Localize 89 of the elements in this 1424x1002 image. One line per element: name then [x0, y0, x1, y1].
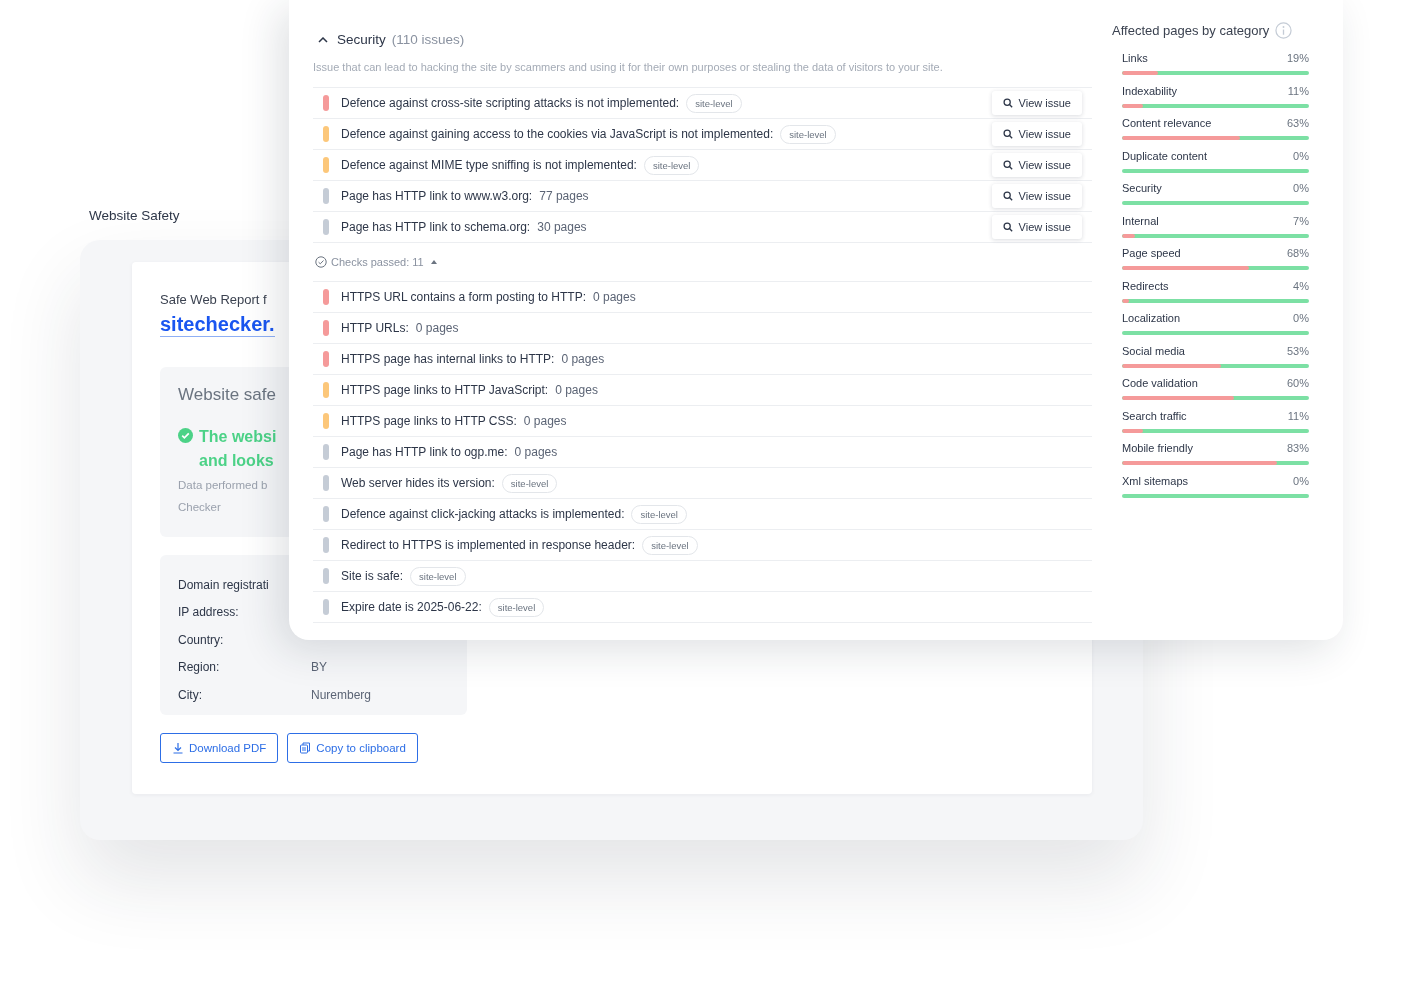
issue-count: (110 issues) [391, 32, 465, 47]
site-link[interactable]: sitechecker. [160, 313, 275, 337]
check-text: Page has HTTP link to ogp.me: [341, 445, 508, 459]
view-issue-button[interactable]: View issue [991, 184, 1082, 208]
page-count: 0 pages [561, 352, 605, 366]
note-text: Data performed b [178, 478, 268, 493]
issue-text: Defence against MIME type sniffing is not implemented: [341, 158, 637, 172]
copy-icon [299, 742, 312, 754]
category-name: Page speed [1122, 247, 1181, 259]
categories-title: Affected pages by category [1112, 22, 1270, 38]
summary-title: Website safe [178, 385, 276, 405]
check-text: HTTPS page links to HTTP JavaScript: [341, 383, 549, 397]
detail-label: IP address: [178, 605, 240, 620]
search-icon [1002, 98, 1013, 108]
chevron-up-icon[interactable] [318, 36, 328, 43]
check-text: Redirect to HTTPS is implemented in response header: [341, 538, 636, 552]
category-percent: 68% [1286, 247, 1309, 259]
view-issue-button[interactable]: View issue [991, 91, 1082, 115]
caret-icon[interactable] [430, 260, 437, 264]
check-circle-icon [315, 256, 327, 268]
issue-text: Defence against cross-site scripting attacks is not implemented: [341, 96, 680, 110]
category-percent: 11% [1287, 409, 1309, 422]
section-title: Website Safety [89, 208, 180, 225]
category-percent: 4% [1293, 279, 1309, 292]
check-text: Defence against click-jacking attacks is implemented: [341, 507, 625, 521]
site-level-tag: site-level [642, 535, 698, 555]
category-name: Redirects [1122, 279, 1169, 292]
category-percent: 63% [1286, 117, 1309, 129]
check-text: HTTP URLs: [341, 321, 409, 335]
category-percent: 53% [1286, 344, 1309, 357]
category-name: Code validation [1122, 377, 1198, 389]
view-issue-button[interactable]: View issue [991, 122, 1082, 146]
issue-text: Page has HTTP link to www.w3.org: [341, 189, 533, 203]
download-button[interactable]: Download PDF [160, 733, 279, 763]
category-name: Indexability [1122, 84, 1178, 97]
issue-text: Page has HTTP link to schema.org: [341, 220, 531, 234]
category-name: Links [1122, 52, 1148, 64]
page-count: 77 pages [539, 189, 589, 203]
category-name: Xml sitemaps [1122, 474, 1189, 487]
search-icon [1002, 160, 1013, 170]
category-percent: 0% [1293, 312, 1309, 324]
check-text: Site is safe: [341, 569, 404, 583]
detail-label: City: [178, 687, 203, 702]
detail-label: Region: [178, 660, 221, 675]
category-name: Security [1122, 182, 1162, 194]
category-name: Social media [1122, 344, 1185, 357]
category-percent: 60% [1286, 377, 1309, 389]
check-text: Web server hides its version: [341, 476, 495, 490]
category-name: Content relevance [1122, 117, 1212, 129]
search-icon [1002, 191, 1013, 201]
search-icon [1002, 129, 1013, 139]
note-text: Checker [178, 500, 221, 515]
status-text: The websi [199, 427, 277, 447]
check-text: HTTPS URL contains a form posting to HTTP: [341, 290, 586, 304]
category-percent: 0% [1293, 474, 1309, 487]
search-icon [1002, 222, 1013, 232]
detail-label: Country: [178, 632, 225, 647]
issue-text: Defence against gaining access to the cookies via JavaScript is not implemented: [341, 127, 774, 141]
category-percent: 11% [1287, 84, 1309, 97]
page-count: 0 pages [514, 445, 558, 459]
detail-label: Domain registrati [178, 577, 270, 592]
page-count: 0 pages [555, 383, 598, 397]
section-title: Security [337, 32, 386, 47]
category-name: Internal [1122, 214, 1159, 227]
category-percent: 0% [1293, 182, 1309, 194]
detail-value: Nuremberg [311, 687, 372, 702]
category-percent: 19% [1286, 52, 1309, 64]
category-name: Search traffic [1122, 409, 1187, 422]
check-text: HTTPS page has internal links to HTTP: [341, 352, 555, 366]
section-description: Issue that can lead to hacking the site by scammers and using it for their own purposes or stealing the data of visitors to your site. [313, 61, 944, 75]
download-icon [172, 742, 184, 754]
category-name: Duplicate content [1122, 149, 1207, 162]
category-percent: 0% [1293, 149, 1309, 162]
page-count: 0 pages [415, 321, 459, 335]
report-heading: Safe Web Report f [160, 292, 267, 307]
category-percent: 83% [1286, 442, 1309, 454]
category-name: Mobile friendly [1122, 442, 1193, 454]
category-name: Localization [1122, 312, 1181, 324]
check-text: Expire date is 2025-06-22: [341, 600, 482, 614]
check-text: HTTPS page links to HTTP CSS: [341, 414, 517, 428]
view-issue-button[interactable]: View issue [991, 153, 1082, 177]
page-count: 30 pages [537, 220, 587, 234]
page-count: 0 pages [592, 290, 636, 304]
copy-button[interactable]: Copy to clipboard [287, 733, 418, 763]
category-percent: 7% [1293, 214, 1309, 227]
status-text: and looks [199, 451, 275, 471]
view-issue-button[interactable]: View issue [991, 215, 1082, 239]
page-count: 0 pages [523, 414, 567, 428]
detail-value: BY [311, 660, 327, 675]
